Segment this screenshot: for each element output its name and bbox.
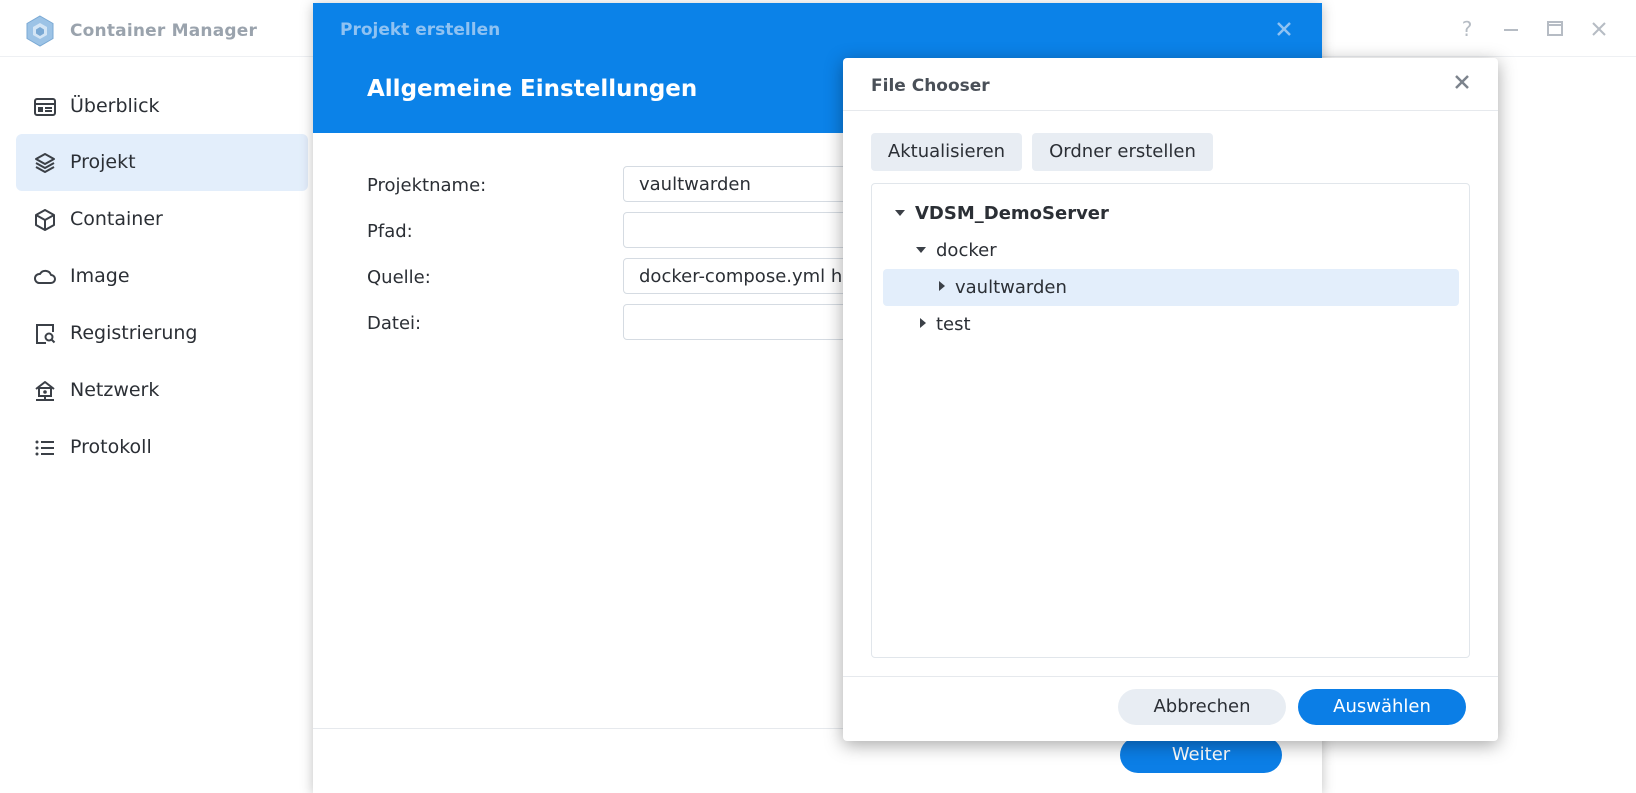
tree-node-test[interactable]: test bbox=[883, 306, 1459, 343]
cloud-icon bbox=[34, 269, 56, 284]
folder-tree: VDSM_DemoServer docker vaultwarden test bbox=[871, 183, 1470, 658]
dialog-subtitle: Allgemeine Einstellungen bbox=[367, 76, 698, 102]
layers-icon bbox=[35, 153, 55, 173]
sidebar-item-registry[interactable]: Registrierung bbox=[16, 305, 308, 362]
registry-search-icon bbox=[36, 324, 56, 344]
list-icon bbox=[35, 440, 54, 456]
tree-node-label: vaultwarden bbox=[955, 277, 1067, 298]
tree-node-vdsm-demoserver[interactable]: VDSM_DemoServer bbox=[883, 195, 1459, 232]
file-chooser-footer-divider bbox=[843, 676, 1498, 677]
sidebar-item-label: Registrierung bbox=[70, 322, 198, 344]
sidebar: Überblick Projekt Container Image Regist… bbox=[0, 57, 310, 793]
caret-down-icon[interactable] bbox=[916, 247, 926, 253]
caret-down-icon[interactable] bbox=[895, 210, 905, 216]
app-logo-icon bbox=[26, 15, 54, 47]
sidebar-item-label: Container bbox=[70, 208, 163, 230]
file-label: Datei: bbox=[367, 313, 422, 334]
sidebar-item-project[interactable]: Projekt bbox=[16, 134, 308, 191]
sidebar-item-label: Netzwerk bbox=[70, 379, 160, 401]
app-title: Container Manager bbox=[70, 21, 258, 41]
caret-right-icon[interactable] bbox=[939, 281, 945, 291]
sidebar-item-overview[interactable]: Überblick bbox=[16, 78, 308, 135]
path-label: Pfad: bbox=[367, 221, 413, 242]
tree-node-label: test bbox=[936, 314, 971, 335]
source-label: Quelle: bbox=[367, 267, 431, 288]
tree-node-label: docker bbox=[936, 240, 997, 261]
help-icon[interactable]: ? bbox=[1455, 17, 1479, 41]
maximize-icon[interactable] bbox=[1543, 17, 1567, 41]
network-icon bbox=[35, 381, 55, 401]
file-chooser-dialog: File Chooser Aktualisieren Ordner erstel… bbox=[843, 58, 1498, 741]
file-chooser-title: File Chooser bbox=[871, 76, 990, 96]
sidebar-item-label: Projekt bbox=[70, 151, 136, 173]
sidebar-item-log[interactable]: Protokoll bbox=[16, 419, 308, 476]
dialog-close-icon[interactable] bbox=[1272, 17, 1296, 41]
minimize-icon[interactable] bbox=[1499, 17, 1523, 41]
tree-node-vaultwarden[interactable]: vaultwarden bbox=[883, 269, 1459, 306]
file-chooser-close-icon[interactable] bbox=[1450, 70, 1474, 94]
close-icon[interactable] bbox=[1587, 17, 1611, 41]
next-button[interactable]: Weiter bbox=[1120, 737, 1282, 773]
sidebar-item-label: Image bbox=[70, 265, 130, 287]
tree-node-docker[interactable]: docker bbox=[883, 232, 1459, 269]
sidebar-item-image[interactable]: Image bbox=[16, 248, 308, 305]
tree-node-label: VDSM_DemoServer bbox=[915, 203, 1109, 224]
create-folder-button[interactable]: Ordner erstellen bbox=[1032, 133, 1213, 171]
refresh-button[interactable]: Aktualisieren bbox=[871, 133, 1022, 171]
select-button[interactable]: Auswählen bbox=[1298, 689, 1466, 725]
file-chooser-header-divider bbox=[843, 110, 1498, 111]
sidebar-item-network[interactable]: Netzwerk bbox=[16, 362, 308, 419]
sidebar-item-label: Protokoll bbox=[70, 436, 152, 458]
sidebar-item-label: Überblick bbox=[70, 95, 160, 117]
overview-icon bbox=[34, 98, 56, 116]
cube-icon bbox=[35, 209, 55, 231]
caret-right-icon[interactable] bbox=[920, 318, 926, 328]
cancel-button[interactable]: Abbrechen bbox=[1118, 689, 1286, 725]
dialog-title: Projekt erstellen bbox=[340, 20, 501, 40]
project-name-label: Projektname: bbox=[367, 175, 487, 196]
sidebar-item-container[interactable]: Container bbox=[16, 191, 308, 248]
